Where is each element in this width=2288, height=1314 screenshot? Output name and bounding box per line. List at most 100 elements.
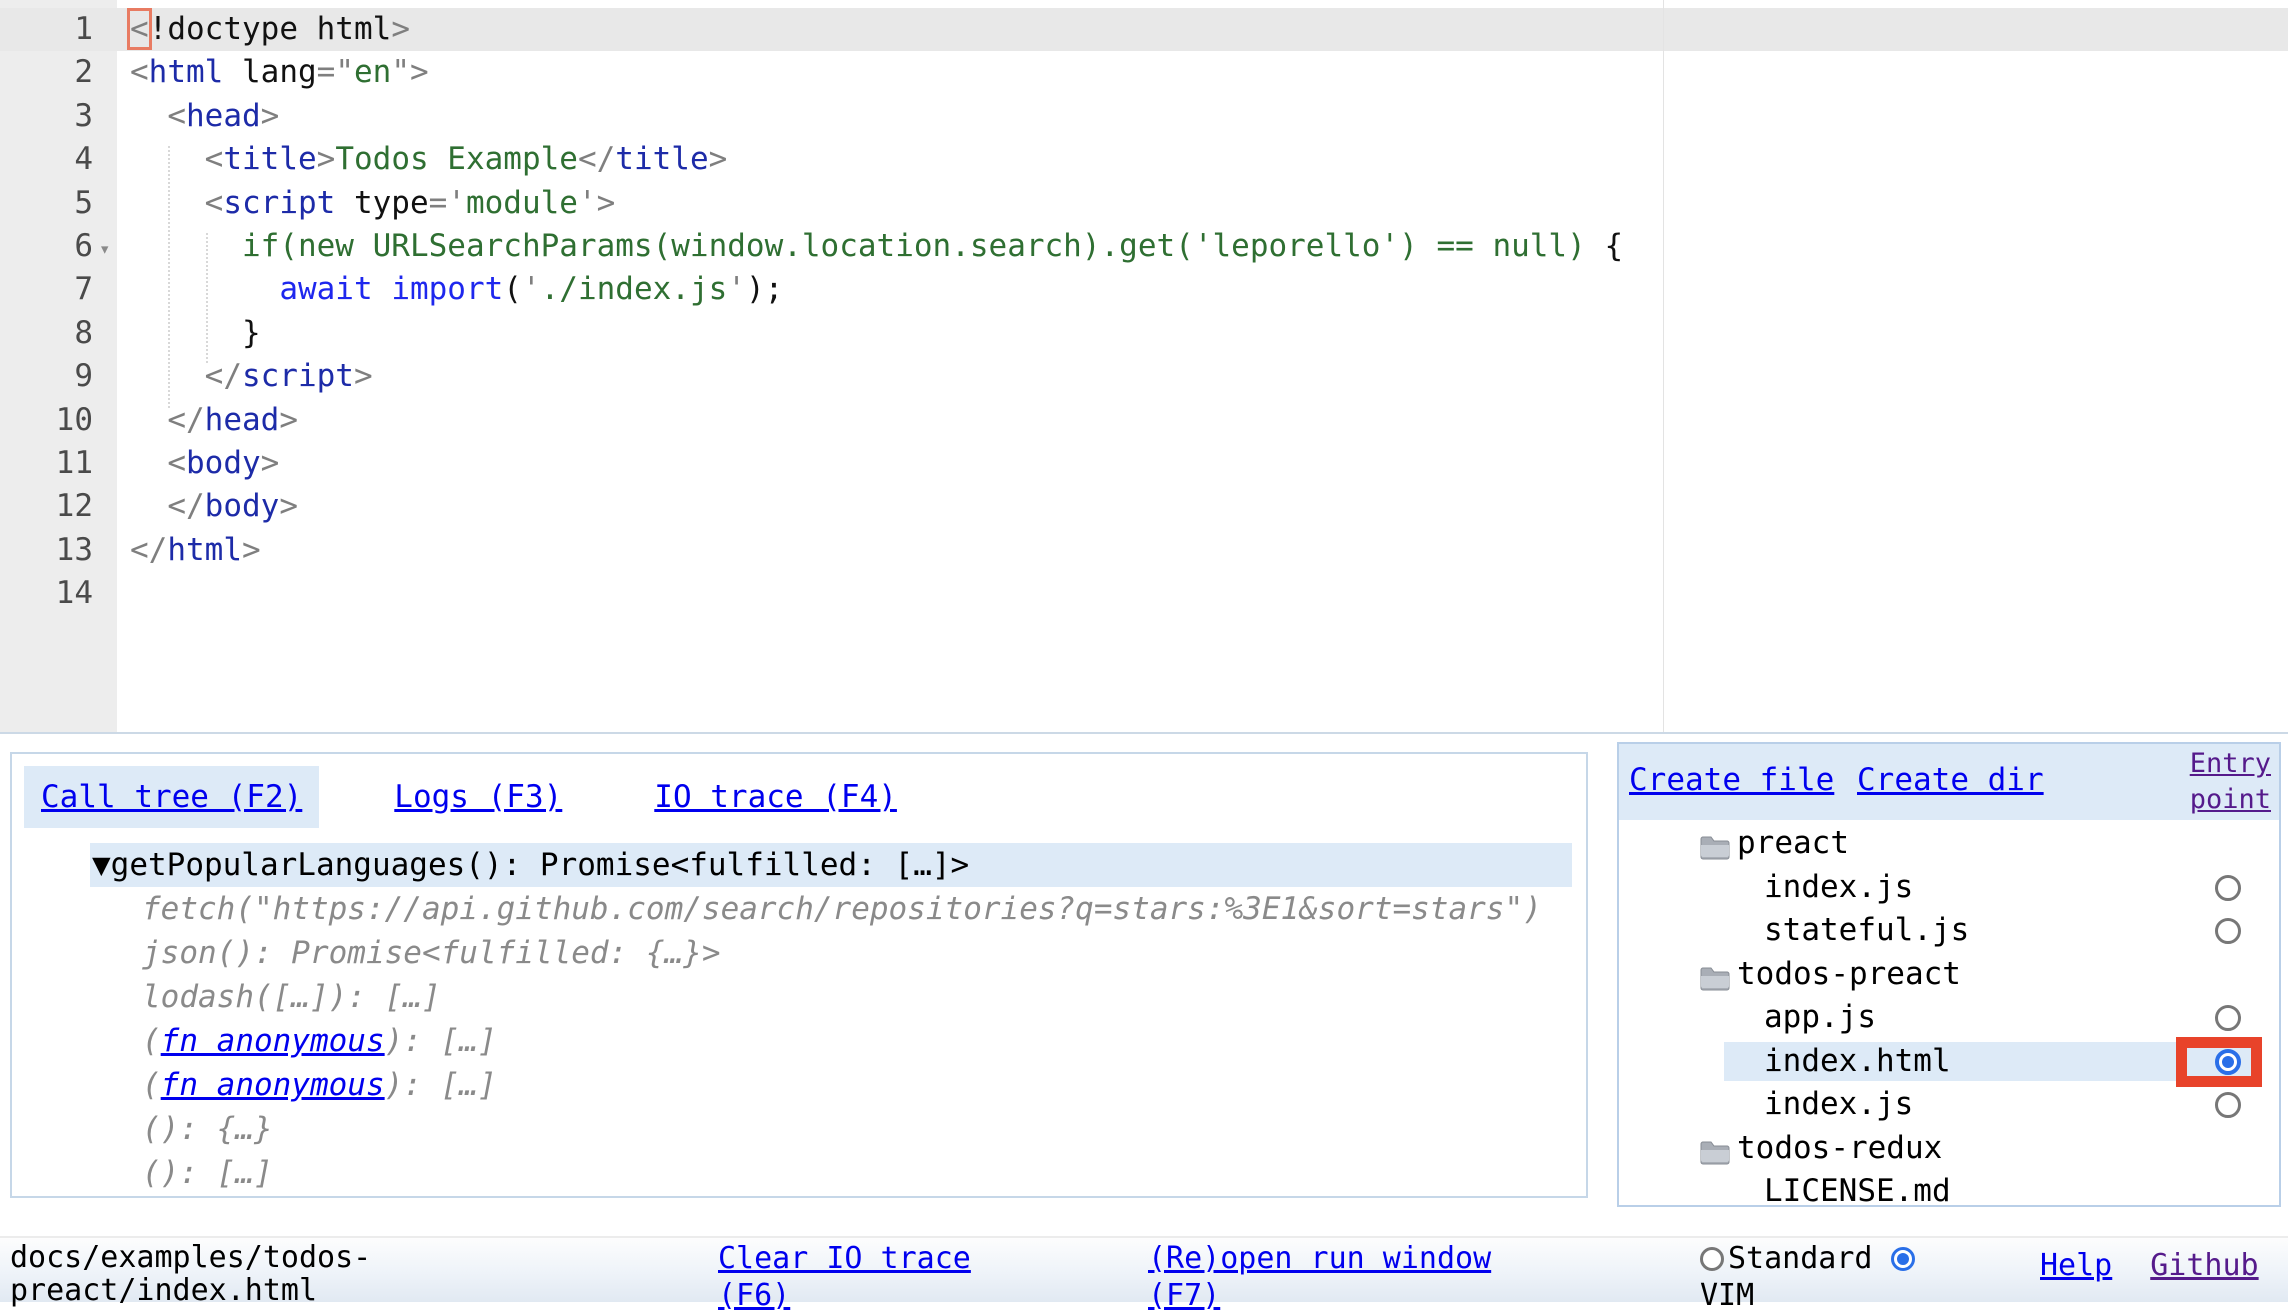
file-tree-item[interactable]: preact — [1619, 822, 2279, 866]
file-browser-panel: Create file Create dir Entry point preac… — [1617, 742, 2281, 1207]
file-tree-item[interactable]: index.html — [1619, 1040, 2279, 1084]
code-line[interactable]: 3 <head> — [0, 95, 2288, 138]
mode-radio-standard[interactable] — [1700, 1247, 1724, 1271]
code-lines: 1<!doctype html>2<html lang="en">3 <head… — [0, 8, 2288, 615]
code-token: body — [205, 488, 280, 524]
file-tree-item[interactable]: index.js — [1619, 866, 2279, 910]
code-token: </ — [578, 141, 615, 177]
tab-label: Call tree (F2) — [41, 779, 302, 815]
code-token: !doctype html — [149, 11, 392, 47]
call-tree-node[interactable]: (): […] — [12, 1151, 1586, 1195]
file-tree-item[interactable]: app.js — [1619, 996, 2279, 1040]
code-token: html — [149, 54, 224, 90]
code-token: ' — [522, 271, 541, 307]
code-token: { — [1604, 228, 1623, 264]
code-token: import — [391, 271, 503, 307]
code-token — [130, 141, 205, 177]
code-token: en — [354, 54, 391, 90]
file-tree-item[interactable]: stateful.js — [1619, 909, 2279, 953]
call-tree-node[interactable]: json(): Promise<fulfilled: {…}> — [12, 931, 1586, 975]
entry-point-header[interactable]: Entry point — [2167, 746, 2271, 818]
tab-io-trace-f4[interactable]: IO trace (F4) — [637, 766, 914, 828]
call-tree-node[interactable]: (fn anonymous): […] — [12, 1019, 1586, 1063]
entry-point-radio[interactable] — [2215, 1005, 2241, 1031]
code-line[interactable]: 12 </body> — [0, 485, 2288, 528]
function-link[interactable]: fn anonymous — [161, 1067, 385, 1103]
code-token: module — [466, 185, 578, 221]
call-tree-node[interactable]: ▼getPopularLanguages(): Promise<fulfille… — [12, 843, 1586, 887]
code-token — [130, 185, 205, 221]
create-dir-button[interactable]: Create dir — [1857, 762, 2044, 798]
folder-icon — [1699, 961, 1731, 988]
code-line[interactable]: 7 await import('./index.js'); — [0, 268, 2288, 311]
code-line[interactable]: 2<html lang="en"> — [0, 51, 2288, 94]
code-line[interactable]: 9 </script> — [0, 355, 2288, 398]
function-link[interactable]: fn anonymous — [161, 1023, 385, 1059]
code-line-text: </body> — [130, 485, 298, 528]
entry-point-radio[interactable] — [2215, 1049, 2241, 1075]
call-tree-node[interactable]: (): {…} — [12, 1107, 1586, 1151]
file-name: LICENSE.md — [1764, 1170, 1951, 1207]
code-token: </ — [205, 358, 242, 394]
code-token: if(new URLSearchParams(window.location.s… — [242, 228, 1604, 264]
code-line-text: if(new URLSearchParams(window.location.s… — [130, 225, 1623, 268]
code-token: head — [205, 402, 280, 438]
code-line[interactable]: 5 <script type='module'> — [0, 182, 2288, 225]
code-line[interactable]: 1<!doctype html> — [0, 8, 2288, 51]
call-text: ▼getPopularLanguages(): Promise<fulfille… — [92, 847, 969, 883]
code-token: html — [167, 532, 242, 568]
entry-point-radio[interactable] — [2215, 1092, 2241, 1118]
tab-label: Logs (F3) — [394, 779, 562, 815]
file-browser-header: Create file Create dir Entry point — [1619, 744, 2279, 820]
directory-name: todos-redux — [1737, 1127, 1942, 1171]
code-line[interactable]: 8 } — [0, 312, 2288, 355]
create-file-button[interactable]: Create file — [1629, 762, 1834, 798]
call-tree-node-label: fetch("https://api.github.com/search/rep… — [142, 891, 1542, 927]
call-tree-node[interactable]: (fn anonymous): […] — [12, 1195, 1586, 1198]
code-token — [130, 98, 167, 134]
tab-call-tree-f2[interactable]: Call tree (F2) — [24, 766, 319, 828]
code-line[interactable]: 14 — [0, 572, 2288, 615]
fold-arrow-icon[interactable]: ▾ — [99, 228, 110, 271]
file-tree-item[interactable]: LICENSE.md — [1619, 1170, 2279, 1207]
code-token: > — [391, 11, 410, 47]
line-number: 3 — [0, 95, 93, 138]
file-tree-item[interactable]: index.js — [1619, 1083, 2279, 1127]
code-token — [130, 228, 242, 264]
code-editor[interactable]: 1<!doctype html>2<html lang="en">3 <head… — [0, 0, 2288, 734]
code-token: < — [205, 185, 224, 221]
code-line[interactable]: 4 <title>Todos Example</title> — [0, 138, 2288, 181]
entry-point-radio[interactable] — [2215, 918, 2241, 944]
call-text: ( — [142, 1023, 161, 1059]
code-token: > — [261, 98, 280, 134]
code-line[interactable]: 13</html> — [0, 529, 2288, 572]
file-tree-item[interactable]: todos-preact — [1619, 953, 2279, 997]
code-token — [130, 402, 167, 438]
reopen-run-window-button[interactable]: (Re)open run window (F7) — [1148, 1240, 1538, 1314]
line-number: 4 — [0, 138, 93, 181]
call-tree-panel: Call tree (F2) Logs (F3) IO trace (F4) ▼ge… — [10, 752, 1588, 1198]
line-number: 13 — [0, 529, 93, 572]
github-link[interactable]: Github — [2150, 1248, 2258, 1283]
call-tree-node[interactable]: lodash([…]): […] — [12, 975, 1586, 1019]
file-tree-item[interactable]: todos-redux — [1619, 1127, 2279, 1171]
code-token: > — [709, 141, 728, 177]
code-line[interactable]: 10 </head> — [0, 399, 2288, 442]
help-link[interactable]: Help — [2040, 1248, 2112, 1283]
mode-label: VIM — [1700, 1278, 1754, 1313]
entry-point-radio[interactable] — [2215, 875, 2241, 901]
call-tree-node[interactable]: (fn anonymous): […] — [12, 1063, 1586, 1107]
code-token — [130, 488, 167, 524]
tab-logs-f3[interactable]: Logs (F3) — [377, 766, 579, 828]
folder-icon — [1699, 830, 1731, 857]
line-number: 11 — [0, 442, 93, 485]
code-line[interactable]: 6▾ if(new URLSearchParams(window.locatio… — [0, 225, 2288, 268]
tab-label: IO trace (F4) — [654, 779, 897, 815]
code-token: < — [130, 54, 149, 90]
call-tree-node[interactable]: fetch("https://api.github.com/search/rep… — [12, 887, 1586, 931]
clear-io-trace-button[interactable]: Clear IO trace (F6) — [718, 1240, 1018, 1314]
code-line-text: } — [130, 312, 261, 355]
line-number: 14 — [0, 572, 93, 615]
mode-radio-vim[interactable] — [1891, 1247, 1915, 1271]
code-line[interactable]: 11 <body> — [0, 442, 2288, 485]
